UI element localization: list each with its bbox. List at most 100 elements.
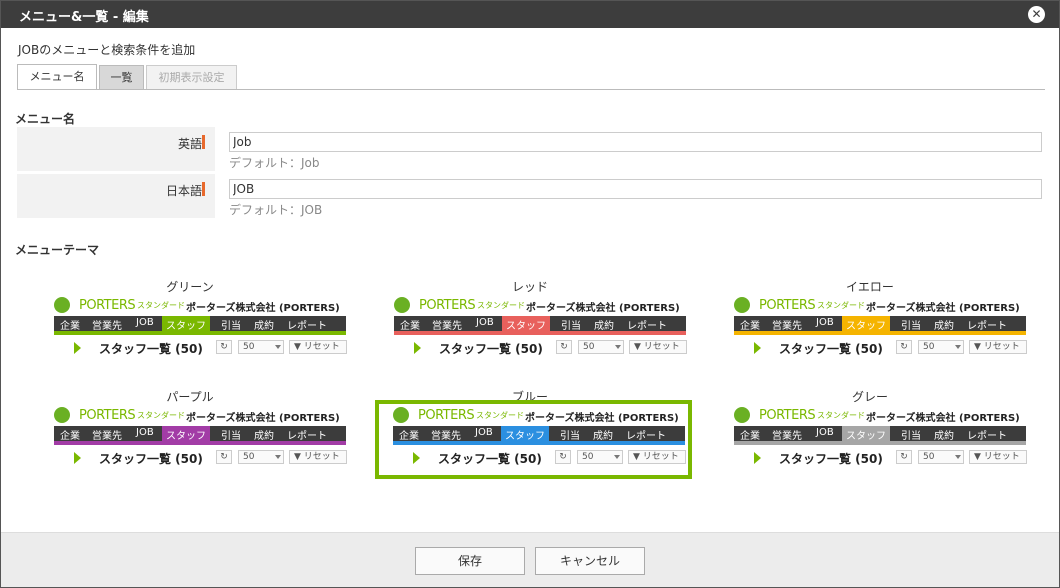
reset-button: ▼ リセット (289, 450, 347, 464)
theme-preview[interactable]: PORTERS スタンダード ポーターズ株式会社 (PORTERS) 企業 営業先 JOB… (380, 294, 687, 366)
nav-item: 成約 (254, 431, 274, 442)
list-title: スタッフ一覧 (50) (779, 342, 883, 356)
edit-dialog: メニュー&一覧 - 編集 ✕ JOBのメニューと検索条件を追加 メニュー名 一覧… (0, 0, 1060, 588)
theme-color-bar (734, 331, 1026, 335)
theme-name: パープル (166, 390, 214, 404)
refresh-icon: ↻ (555, 450, 571, 464)
theme-preview[interactable]: PORTERS スタンダード ポーターズ株式会社 (PORTERS) 企業 営業先 JOB… (720, 294, 1027, 366)
tab-initial-display: 初期表示設定 (146, 65, 237, 90)
nav-item: 企業 (60, 321, 80, 332)
nav-item: 企業 (399, 431, 419, 442)
cancel-button[interactable]: キャンセル (535, 547, 645, 575)
page-size-value: 50 (583, 342, 595, 352)
english-name-input[interactable] (229, 132, 1042, 152)
nav-item: 成約 (593, 431, 613, 442)
chevron-down-icon (275, 455, 281, 459)
list-title: スタッフ一覧 (50) (438, 452, 542, 466)
dialog-title: メニュー&一覧 - 編集 (19, 10, 149, 25)
japanese-name-input[interactable] (229, 179, 1042, 199)
logo-edition: スタンダード (817, 301, 865, 310)
theme-preview[interactable]: PORTERS スタンダード ポーターズ株式会社 (PORTERS) 企業 営業先 JOB… (40, 294, 347, 366)
chevron-down-icon (275, 345, 281, 349)
nav-item: 引当 (901, 431, 921, 442)
nav-item: レポート (627, 321, 667, 332)
dialog-footer: 保存 キャンセル (1, 532, 1059, 587)
english-label: 英語 (177, 137, 202, 151)
page-size-select: 50 (577, 450, 623, 464)
nav-item: 営業先 (92, 321, 122, 332)
reset-button: ▼ リセット (628, 450, 686, 464)
preview-nav: 企業 営業先 JOB スタッフ 引当 成約 レポート (734, 426, 1026, 442)
nav-item: スタッフ (501, 426, 549, 442)
nav-item: 成約 (934, 431, 954, 442)
company-name: ポーターズ株式会社 (PORTERS) (866, 303, 1020, 314)
theme-color-bar (734, 441, 1026, 445)
tab-divider (17, 89, 1045, 90)
theme-name: グリーン (166, 280, 214, 294)
japanese-name-row: 日本語 デフォルト：JOB (17, 174, 1044, 218)
logo-text: PORTERS (759, 408, 816, 423)
theme-preview[interactable]: PORTERS スタンダード ポーターズ株式会社 (PORTERS) 企業 営業先 JOB… (40, 404, 347, 476)
logo-text: PORTERS (79, 298, 136, 313)
list-title: スタッフ一覧 (50) (439, 342, 543, 356)
nav-item: レポート (626, 431, 666, 442)
theme-preview[interactable]: PORTERS スタンダード ポーターズ株式会社 (PORTERS) 企業 営業先 JOB… (720, 404, 1027, 476)
logo-edition: スタンダード (817, 411, 865, 420)
required-marker (202, 135, 205, 149)
refresh-icon: ↻ (896, 450, 912, 464)
chevron-down-icon (614, 455, 620, 459)
chevron-down-icon (615, 345, 621, 349)
porters-logo-icon (393, 407, 409, 423)
play-icon (74, 342, 81, 354)
nav-item: レポート (967, 321, 1007, 332)
logo-edition: スタンダード (137, 301, 185, 310)
company-name: ポーターズ株式会社 (PORTERS) (525, 413, 679, 424)
theme-color-bar (54, 331, 346, 335)
page-size-select: 50 (918, 450, 964, 464)
preview-nav: 企業 営業先 JOB スタッフ 引当 成約 レポート (393, 426, 685, 442)
nav-item: JOB (816, 317, 834, 328)
logo-text: PORTERS (759, 298, 816, 313)
theme-color-bar (394, 331, 686, 335)
logo-edition: スタンダード (477, 301, 525, 310)
preview-header: PORTERS スタンダード ポーターズ株式会社 (PORTERS) (40, 294, 346, 316)
company-name: ポーターズ株式会社 (PORTERS) (186, 413, 340, 424)
play-icon (413, 452, 420, 464)
save-button[interactable]: 保存 (415, 547, 525, 575)
nav-item: スタッフ (842, 316, 890, 332)
nav-item: スタッフ (842, 426, 890, 442)
english-default-hint: デフォルト：Job (229, 156, 320, 170)
nav-item: 引当 (560, 431, 580, 442)
company-name: ポーターズ株式会社 (PORTERS) (866, 413, 1020, 424)
theme-preview[interactable]: PORTERS スタンダード ポーターズ株式会社 (PORTERS) 企業 営業先 JOB… (375, 400, 692, 479)
play-icon (754, 342, 761, 354)
page-size-value: 50 (243, 452, 255, 462)
logo-text: PORTERS (418, 408, 475, 423)
tab-menu-name[interactable]: メニュー名 (17, 64, 97, 90)
close-icon[interactable]: ✕ (1028, 6, 1045, 23)
dialog-subtitle: JOBのメニューと検索条件を追加 (18, 43, 196, 57)
list-title: スタッフ一覧 (50) (99, 342, 203, 356)
reset-button: ▼ リセット (969, 340, 1027, 354)
logo-edition: スタンダード (137, 411, 185, 420)
page-size-value: 50 (923, 452, 935, 462)
nav-item: スタッフ (162, 426, 210, 442)
nav-item: 営業先 (772, 431, 802, 442)
required-marker (202, 182, 205, 196)
tab-list[interactable]: 一覧 (99, 65, 144, 90)
preview-header: PORTERS スタンダード ポーターズ株式会社 (PORTERS) (40, 404, 346, 426)
nav-item: 成約 (254, 321, 274, 332)
nav-item: レポート (287, 431, 327, 442)
preview-header: PORTERS スタンダード ポーターズ株式会社 (PORTERS) (380, 294, 686, 316)
play-icon (414, 342, 421, 354)
preview-header: PORTERS スタンダード ポーターズ株式会社 (PORTERS) (720, 294, 1026, 316)
refresh-icon: ↻ (896, 340, 912, 354)
preview-header: PORTERS スタンダード ポーターズ株式会社 (PORTERS) (720, 404, 1026, 426)
japanese-label-cell: 日本語 (17, 174, 215, 218)
nav-item: JOB (475, 427, 493, 438)
reset-button: ▼ リセット (629, 340, 687, 354)
page-size-select: 50 (238, 450, 284, 464)
menu-theme-section-label: メニューテーマ (15, 243, 100, 257)
page-size-select: 50 (918, 340, 964, 354)
reset-button: ▼ リセット (969, 450, 1027, 464)
